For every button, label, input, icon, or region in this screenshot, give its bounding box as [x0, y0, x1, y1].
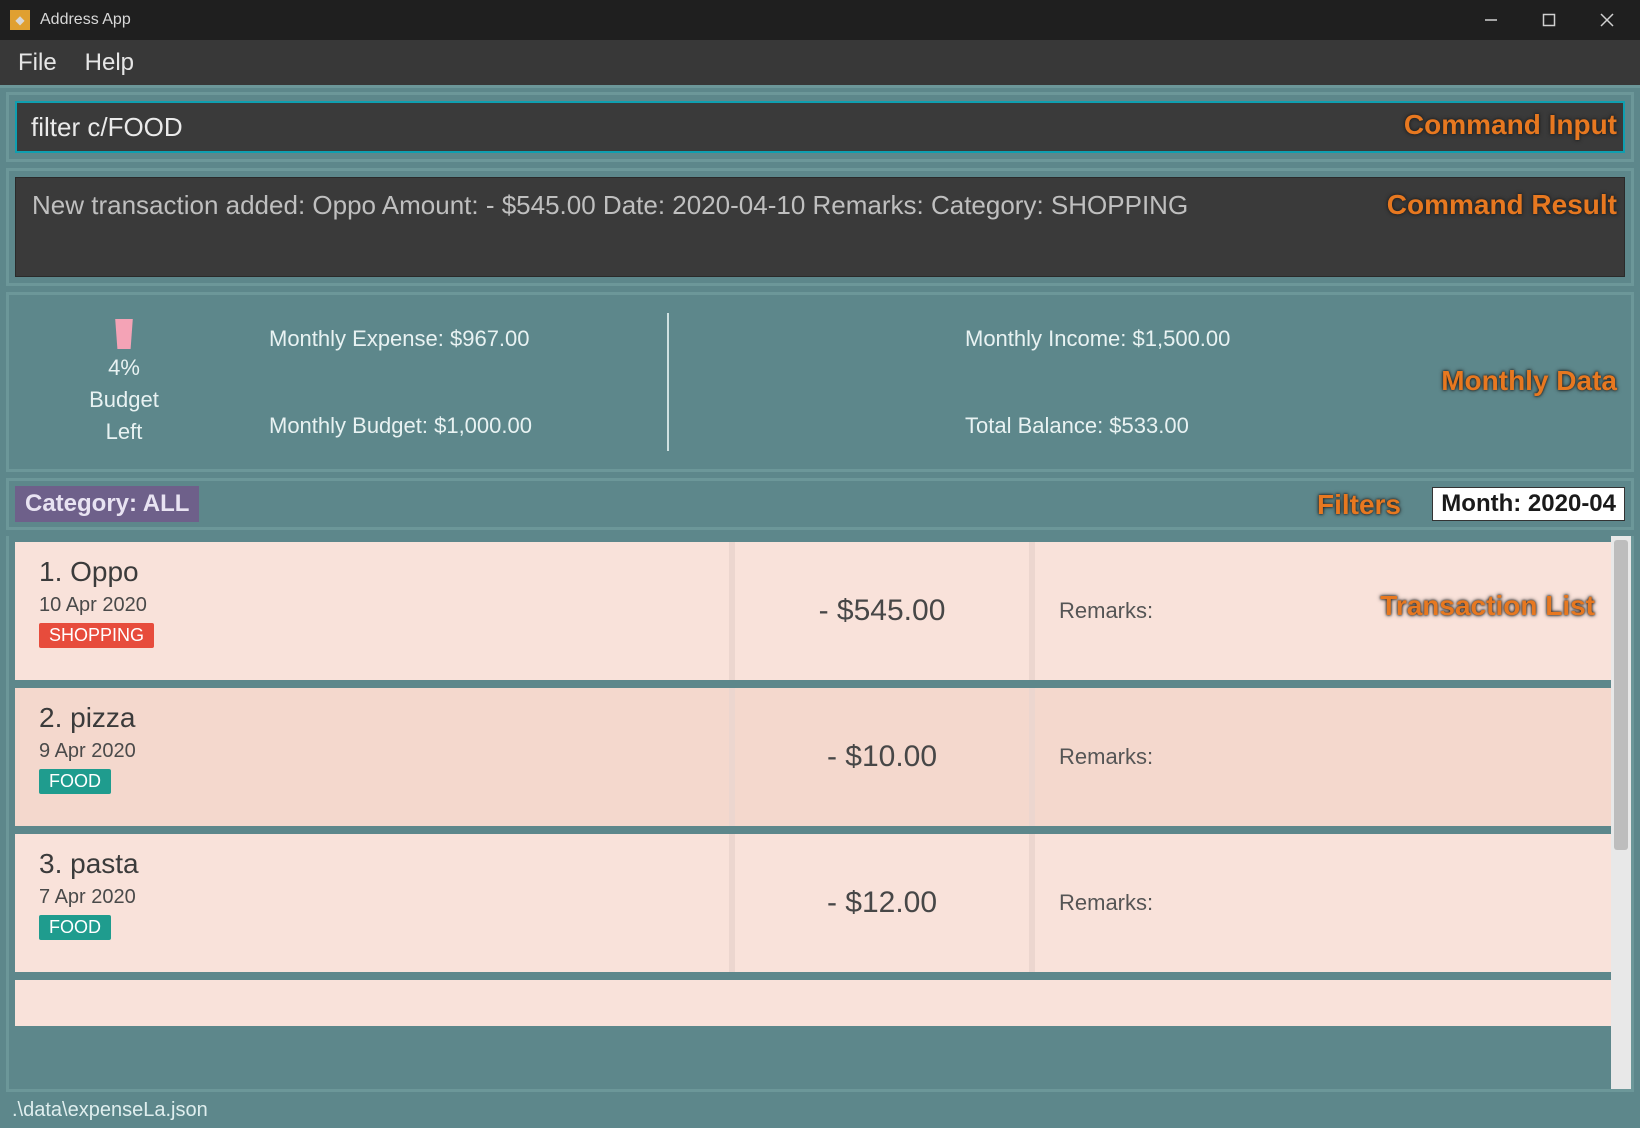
command-result-text: New transaction added: Oppo Amount: - $5…: [15, 177, 1625, 277]
transaction-left: 3. pasta 7 Apr 2020 FOOD: [15, 834, 735, 972]
transaction-date: 9 Apr 2020: [39, 740, 705, 763]
transaction-left: 2. pizza 9 Apr 2020 FOOD: [15, 688, 735, 826]
transaction-list-panel: 1. Oppo10 Apr 2020SHOPPING- $545.00Remar…: [6, 536, 1634, 1092]
transaction-title: 2. pizza: [39, 702, 705, 734]
budget-label-1: Budget: [89, 387, 159, 413]
budget-cup-icon: [113, 319, 135, 349]
transaction-amount: - $10.00: [735, 688, 1035, 826]
transaction-category-tag: FOOD: [39, 915, 111, 940]
transaction-remarks: Remarks:: [1035, 542, 1611, 680]
transaction-row[interactable]: 2. pizza 9 Apr 2020 FOOD - $10.00Remarks:: [15, 688, 1611, 826]
main-content: Command Input New transaction added: Opp…: [0, 88, 1640, 1092]
menu-help[interactable]: Help: [85, 49, 134, 77]
total-balance: Total Balance: $533.00: [935, 413, 1631, 439]
transaction-row[interactable]: 1. Oppo 10 Apr 2020 SHOPPING - $545.00Remar…: [15, 542, 1611, 680]
transaction-remarks: Remarks:: [1035, 688, 1611, 826]
transaction-amount: - $545.00: [735, 542, 1035, 680]
scrollbar[interactable]: [1611, 536, 1631, 1089]
budget-left-column: 4% Budget Left: [9, 295, 239, 469]
transaction-scroll-area[interactable]: 1. Oppo10 Apr 2020SHOPPING- $545.00Remar…: [9, 536, 1611, 1089]
menubar: File Help: [0, 40, 1640, 88]
monthly-stats: Monthly Expense: $967.00 Monthly Income:…: [239, 295, 1631, 469]
transaction-title: 1. Oppo: [39, 556, 705, 588]
maximize-button[interactable]: [1520, 0, 1578, 40]
status-path: .\data\expenseLa.json: [12, 1099, 208, 1122]
transaction-date: 7 Apr 2020: [39, 886, 705, 909]
transaction-remarks: Remarks:: [1035, 834, 1611, 972]
titlebar: ◆ Address App: [0, 0, 1640, 40]
filter-bar: Category: ALL Month: 2020-04 Filters: [6, 478, 1634, 530]
monthly-budget: Monthly Budget: $1,000.00: [239, 413, 935, 439]
minimize-button[interactable]: [1462, 0, 1520, 40]
annotation-filters: Filters: [1317, 489, 1401, 521]
transaction-category-tag: FOOD: [39, 769, 111, 794]
command-result-panel: New transaction added: Oppo Amount: - $5…: [6, 168, 1634, 286]
monthly-income: Monthly Income: $1,500.00: [935, 326, 1631, 352]
menu-file[interactable]: File: [18, 49, 57, 77]
budget-label-2: Left: [106, 419, 143, 445]
transaction-amount: - $12.00: [735, 834, 1035, 972]
command-input-panel: Command Input: [6, 92, 1634, 162]
budget-percent: 4%: [108, 355, 140, 381]
close-button[interactable]: [1578, 0, 1636, 40]
transaction-date: 10 Apr 2020: [39, 594, 705, 617]
transaction-title: 3. pasta: [39, 848, 705, 880]
month-filter-pill[interactable]: Month: 2020-04: [1432, 487, 1625, 521]
statusbar: .\data\expenseLa.json: [0, 1092, 1640, 1128]
monthly-expense: Monthly Expense: $967.00: [239, 326, 935, 352]
scrollbar-thumb[interactable]: [1614, 540, 1628, 850]
transaction-row[interactable]: [15, 980, 1611, 1026]
transaction-category-tag: SHOPPING: [39, 623, 154, 648]
window-title: Address App: [40, 11, 1462, 29]
command-input[interactable]: [15, 101, 1625, 153]
transaction-row[interactable]: 3. pasta 7 Apr 2020 FOOD - $12.00Remarks:: [15, 834, 1611, 972]
transaction-left: 1. Oppo 10 Apr 2020 SHOPPING: [15, 542, 735, 680]
app-icon: ◆: [10, 10, 30, 30]
vertical-divider: [667, 313, 669, 451]
category-filter-pill[interactable]: Category: ALL: [15, 486, 199, 522]
monthly-data-panel: 4% Budget Left Monthly Expense: $967.00 …: [6, 292, 1634, 472]
app-window: ◆ Address App File Help Command Input Ne…: [0, 0, 1640, 1128]
